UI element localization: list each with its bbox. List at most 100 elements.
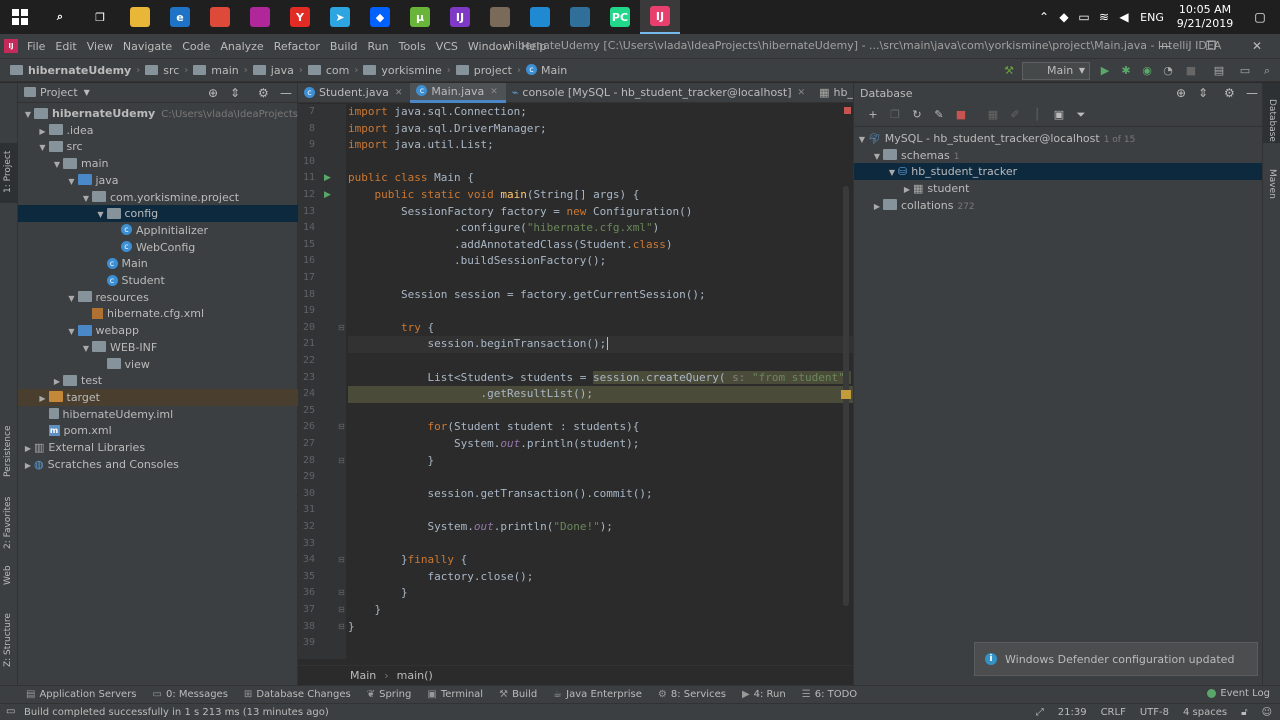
breadcrumb-item[interactable]: yorkismine xyxy=(361,64,443,77)
tree-item-scratches-and-consoles[interactable]: ▶ ◍ Scratches and Consoles xyxy=(18,456,298,473)
fold-marker-icon[interactable]: ⊟ xyxy=(338,585,345,602)
tree-item-web-inf[interactable]: ▼ WEB-INF xyxy=(18,339,298,356)
expanded-arrow-icon[interactable]: ▼ xyxy=(80,190,92,207)
tree-item-webapp[interactable]: ▼ webapp xyxy=(18,322,298,339)
collapsed-arrow-icon[interactable]: ▶ xyxy=(37,123,49,140)
notification-balloon[interactable]: i Windows Defender configuration updated xyxy=(974,642,1258,676)
close-tab-icon[interactable]: ✕ xyxy=(490,82,498,102)
tree-item-com-yorkismine-project[interactable]: ▼ com.yorkismine.project xyxy=(18,189,298,206)
maximize-icon[interactable]: ❐ xyxy=(1188,34,1234,58)
breadcrumb-item[interactable]: hibernateUdemy xyxy=(8,64,133,77)
menu-build[interactable]: Build xyxy=(325,40,363,53)
taskbar-app-utorrent[interactable]: µ xyxy=(400,0,440,34)
taskbar-app-telegram[interactable]: ➤ xyxy=(320,0,360,34)
breadcrumb-item[interactable]: project xyxy=(454,64,514,77)
taskbar-app-mysql-workbench[interactable] xyxy=(560,0,600,34)
expanded-arrow-icon[interactable]: ▼ xyxy=(66,290,78,307)
breadcrumb-item[interactable]: java xyxy=(251,64,296,77)
table-editor-icon[interactable]: ▦ xyxy=(982,108,1004,121)
taskbar-app-file-explorer[interactable] xyxy=(120,0,160,34)
copy-icon[interactable]: ❐ xyxy=(884,108,906,121)
add-icon[interactable]: + xyxy=(862,108,884,121)
db-tree-item-schemas[interactable]: ▼ schemas 1 xyxy=(854,147,1263,164)
chevron-up-icon[interactable]: ⌃ xyxy=(1034,10,1054,24)
language-indicator[interactable]: ENG xyxy=(1134,11,1170,24)
run-configuration-select[interactable]: Main ▼ xyxy=(1022,62,1090,80)
fold-marker-icon[interactable]: ⊟ xyxy=(338,453,345,470)
taskbar-app-search[interactable]: ⌕ xyxy=(40,0,80,34)
breadcrumb-item[interactable]: src xyxy=(143,64,181,77)
taskbar-app-intellij-community[interactable]: IJ xyxy=(440,0,480,34)
collapsed-arrow-icon[interactable]: ▶ xyxy=(22,440,34,457)
tree-item-main[interactable]: ▼ main xyxy=(18,155,298,172)
gear-icon[interactable]: ⚙ xyxy=(258,86,269,100)
expanded-arrow-icon[interactable]: ▼ xyxy=(886,164,898,181)
warning-marker[interactable] xyxy=(841,390,851,399)
taskbar-app-vscode[interactable] xyxy=(520,0,560,34)
expanded-arrow-icon[interactable]: ▼ xyxy=(871,148,883,165)
tree-item-java[interactable]: ▼ java xyxy=(18,172,298,189)
tool-tab-web[interactable]: Web xyxy=(0,565,18,597)
expand-icon[interactable]: ⤢ xyxy=(1036,707,1044,718)
tool-window-0-messages[interactable]: ▭ 0: Messages xyxy=(153,689,228,700)
breadcrumb-item[interactable]: main xyxy=(191,64,240,77)
indent-setting[interactable]: 4 spaces xyxy=(1183,707,1227,718)
tree-item-config[interactable]: ▼ config xyxy=(18,205,298,223)
tree-item-main[interactable]: c Main xyxy=(18,255,298,272)
menu-run[interactable]: Run xyxy=(363,40,394,53)
tool-window-spring[interactable]: ❦ Spring xyxy=(367,689,412,700)
tree-item-external-libraries[interactable]: ▶ ▥ External Libraries xyxy=(18,439,298,456)
expanded-arrow-icon[interactable]: ▼ xyxy=(856,131,868,148)
taskbar-app-pycharm[interactable]: PC xyxy=(600,0,640,34)
tool-tab-favorites[interactable]: 2: Favorites xyxy=(0,493,18,563)
tool-window-application-servers[interactable]: ▤ Application Servers xyxy=(26,689,137,700)
chevron-down-icon[interactable]: ▼ xyxy=(84,88,90,97)
tool-window-terminal[interactable]: ▣ Terminal xyxy=(427,689,483,700)
edit-icon[interactable]: ✐ xyxy=(1004,108,1026,121)
taskbar-app-edge[interactable]: e xyxy=(160,0,200,34)
run-gutter-icon[interactable]: ▶ xyxy=(324,170,331,187)
coverage-icon[interactable]: ◉ xyxy=(1140,64,1154,78)
expanded-arrow-icon[interactable]: ▼ xyxy=(80,340,92,357)
hide-icon[interactable]: — xyxy=(280,86,292,100)
editor-tab-2[interactable]: c Main.java ✕ xyxy=(410,82,506,103)
tree-item--idea[interactable]: ▶ .idea xyxy=(18,122,298,139)
collapsed-arrow-icon[interactable]: ▶ xyxy=(51,373,63,390)
volume-icon[interactable]: ◀ xyxy=(1114,10,1134,24)
tree-item-target[interactable]: ▶ target xyxy=(18,388,298,406)
collapse-all-icon[interactable]: ⇕ xyxy=(1198,86,1208,100)
breadcrumb-item[interactable]: com xyxy=(306,64,352,77)
clock[interactable]: 10:05 AM 9/21/2019 xyxy=(1170,3,1240,31)
refresh-icon[interactable]: ↻ xyxy=(906,108,928,121)
locate-icon[interactable]: ⊕ xyxy=(1176,86,1186,100)
tool-window-4-run[interactable]: ▶ 4: Run xyxy=(742,689,786,700)
taskbar-app-task-view[interactable]: ❐ xyxy=(80,0,120,34)
tree-item-student[interactable]: c Student xyxy=(18,272,298,289)
code-area[interactable]: import java.sql.Connection; import java.s… xyxy=(346,104,853,659)
search-icon[interactable]: ⌕ xyxy=(1260,64,1274,78)
db-tree-item-collations[interactable]: ▶ collations 272 xyxy=(854,197,1263,214)
project-structure-icon[interactable]: ▤ xyxy=(1212,64,1226,78)
tool-window-build[interactable]: ⚒ Build xyxy=(499,689,537,700)
locate-icon[interactable]: ⊕ xyxy=(208,86,218,100)
taskbar-app-dropbox[interactable]: ◆ xyxy=(360,0,400,34)
menu-code[interactable]: Code xyxy=(177,40,215,53)
tool-tab-structure[interactable]: Z: Structure xyxy=(0,613,18,683)
build-hammer-icon[interactable]: ⚒ xyxy=(1002,64,1016,78)
error-stripe-marker[interactable] xyxy=(844,107,851,114)
lock-icon[interactable]: 🔓︎ xyxy=(1241,707,1247,718)
editor-tab-3[interactable]: ⌁ console [MySQL - hb_student_tracker@loc… xyxy=(506,83,813,103)
notifications-icon[interactable]: ▢ xyxy=(1240,10,1280,24)
minimize-icon[interactable]: — xyxy=(1142,34,1188,58)
db-tree-item-mysql-hb-student-tracker-localhost[interactable]: ▼ 🐬︎ MySQL - hb_student_tracker@localhost 1… xyxy=(854,130,1263,147)
expanded-arrow-icon[interactable]: ▼ xyxy=(66,173,78,190)
menu-refactor[interactable]: Refactor xyxy=(269,40,325,53)
caret-position[interactable]: 21:39 xyxy=(1058,707,1087,718)
tool-tab-database[interactable]: Database xyxy=(1263,83,1280,143)
start-button[interactable] xyxy=(0,0,40,34)
tree-item-pom-xml[interactable]: m pom.xml xyxy=(18,422,298,439)
properties-icon[interactable]: ✎ xyxy=(928,108,950,121)
expanded-arrow-icon[interactable]: ▼ xyxy=(22,106,34,123)
tree-item-hibernateudemy-iml[interactable]: hibernateUdemy.iml xyxy=(18,406,298,423)
collapsed-arrow-icon[interactable]: ▶ xyxy=(22,457,34,474)
